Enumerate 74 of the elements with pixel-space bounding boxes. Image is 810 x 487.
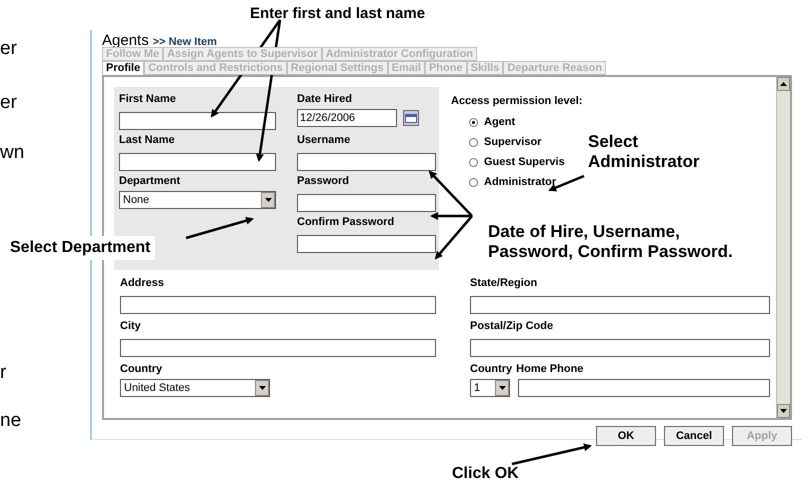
dropdown-button[interactable] [255, 380, 269, 396]
field-label: Postal/Zip Code [470, 318, 554, 334]
dropdown-value: United States [123, 380, 192, 396]
breadcrumb: >> New Item [152, 35, 217, 49]
callout-text: Select Administrator [588, 132, 700, 172]
callout-text: Select Department [10, 236, 154, 260]
caret-icon [498, 386, 506, 390]
side-text: ne [0, 410, 22, 432]
tab[interactable]: Administrator Configuration [322, 47, 478, 61]
field-label: Country [470, 362, 512, 376]
field-label: Address [120, 276, 164, 290]
text-field[interactable] [119, 153, 276, 171]
radio-label: Agent [484, 115, 516, 130]
field-label: City [120, 318, 141, 334]
date-field[interactable]: 12/26/2006 [297, 109, 397, 127]
side-text: er [0, 38, 18, 60]
radio-label: Supervisor [484, 135, 542, 150]
dropdown-button[interactable] [495, 380, 509, 396]
caret-icon [264, 198, 272, 202]
scroll-up-icon[interactable] [777, 77, 790, 91]
field-label: State/Region [470, 276, 538, 290]
tab[interactable]: Phone [424, 61, 467, 75]
text-field[interactable] [297, 153, 436, 171]
text-field[interactable] [120, 339, 436, 357]
dialog-button[interactable]: OK [596, 426, 656, 446]
dropdown-value: None [122, 192, 150, 208]
radio-button[interactable] [469, 158, 478, 167]
tab[interactable]: Profile [102, 61, 144, 75]
phone-field[interactable] [518, 379, 770, 397]
tab[interactable]: Assign Agents to Supervisor [163, 47, 322, 61]
radio-label: Administrator [484, 175, 556, 190]
dropdown-field[interactable]: None [119, 191, 276, 209]
field-label: Country [120, 362, 162, 376]
callout-text: Enter first and last name [250, 4, 426, 24]
field-label: Date Hired [297, 92, 352, 106]
dialog-button[interactable]: Cancel [664, 426, 724, 446]
radio-button[interactable] [469, 178, 478, 187]
text-field[interactable] [470, 339, 770, 357]
text-field[interactable] [120, 296, 436, 314]
field-label: Confirm Password [297, 214, 394, 230]
radio-button[interactable] [469, 138, 478, 147]
page-title: Agents [102, 31, 149, 49]
tab[interactable]: Controls and Restrictions [144, 61, 287, 75]
field-label: Department [119, 174, 180, 188]
calendar-icon[interactable] [403, 110, 419, 126]
field-label: First Name [119, 92, 176, 106]
tab[interactable]: Follow Me [102, 47, 164, 61]
dropdown-button[interactable] [261, 192, 275, 208]
field-label: Home Phone [516, 362, 584, 376]
side-text: r [0, 362, 8, 384]
text-field[interactable] [119, 112, 276, 130]
field-label: Username [297, 132, 350, 148]
section-title: Access permission level: [451, 94, 582, 109]
dropdown-field[interactable]: 1 [470, 379, 510, 397]
dropdown-field[interactable]: United States [120, 379, 270, 397]
scroll-down-icon[interactable] [777, 404, 790, 418]
radio-button[interactable] [469, 118, 478, 127]
text-field[interactable] [297, 235, 436, 253]
field-label: Password [297, 174, 349, 188]
text-field[interactable] [297, 194, 436, 212]
tab[interactable]: Skills [466, 61, 504, 75]
callout-text: Click OK [452, 464, 519, 484]
tab[interactable]: Email [388, 61, 425, 75]
scrollbar[interactable] [776, 77, 790, 418]
caret-icon [258, 386, 266, 390]
tab[interactable]: Regional Settings [286, 61, 388, 75]
text-field[interactable] [470, 296, 770, 314]
field-label: Last Name [119, 132, 175, 148]
dropdown-value: 1 [473, 380, 482, 396]
radio-label: Guest Supervis [484, 155, 565, 170]
side-text: er [0, 92, 18, 114]
side-text: wn [0, 142, 26, 164]
tab[interactable]: Departure Reason [503, 61, 606, 75]
arrow [186, 216, 254, 240]
